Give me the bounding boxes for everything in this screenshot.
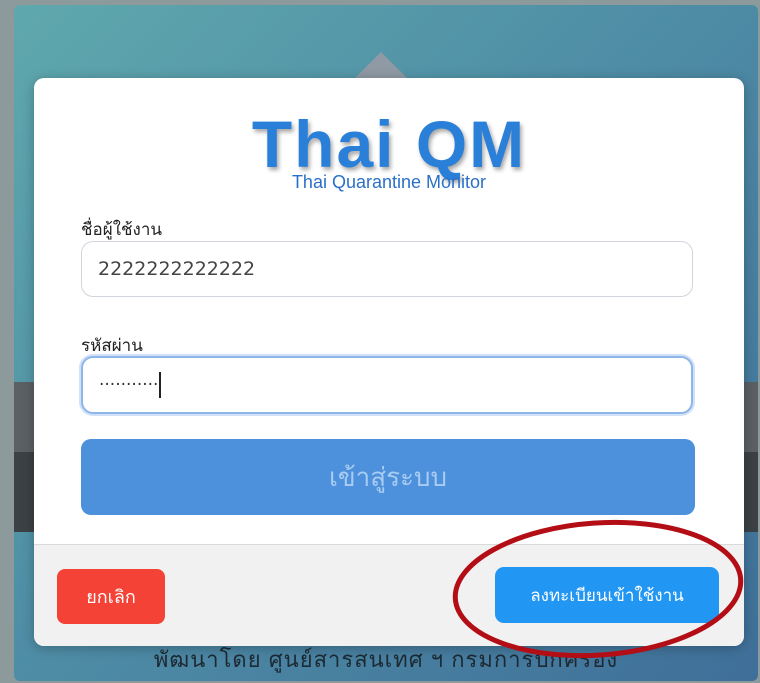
password-label: รหัสผ่าน: [81, 336, 143, 356]
username-label: ชื่อผู้ใช้งาน: [81, 220, 163, 240]
text-cursor: [159, 372, 162, 398]
background-tab-arrow: [355, 52, 407, 78]
modal-footer: ยกเลิก ลงทะเบียนเข้าใช้งาน: [34, 544, 744, 646]
password-value: ···········: [99, 375, 159, 395]
login-modal: Thai QM Thai Quarantine Monitor ชื่อผู้ใ…: [34, 78, 744, 646]
username-input[interactable]: 2222222222222: [81, 241, 693, 297]
username-value: 2222222222222: [98, 258, 256, 280]
app-logo: Thai QM Thai Quarantine Monitor: [34, 107, 744, 193]
logo-subtitle: Thai Quarantine Monitor: [291, 172, 487, 192]
register-button[interactable]: ลงทะเบียนเข้าใช้งาน: [495, 567, 719, 623]
login-button[interactable]: เข้าสู่ระบบ: [81, 439, 695, 515]
cancel-button[interactable]: ยกเลิก: [57, 569, 165, 624]
logo-title: Thai QM: [251, 107, 527, 181]
developer-credit: พัฒนาโดย ศูนย์สารสนเทศ ฯ กรมการปกครอง: [153, 647, 619, 672]
password-input[interactable]: ···········: [81, 356, 693, 414]
